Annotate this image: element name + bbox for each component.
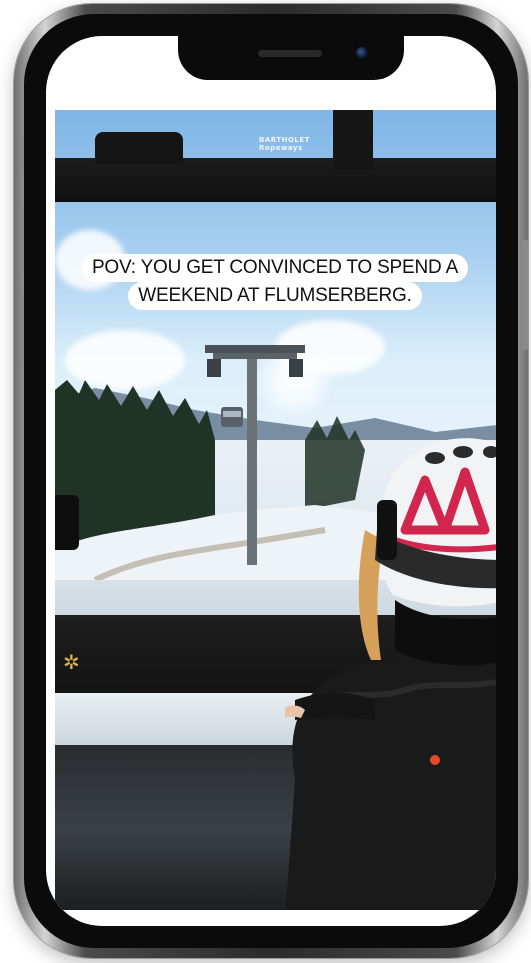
edelweiss-icon: ✲ (63, 650, 80, 674)
video-frame[interactable]: BARTHOLET Ropeways ✲ POV: YOU GET CONVIN… (55, 110, 496, 910)
speaker-grille (258, 50, 322, 57)
frame-pillar (333, 110, 373, 170)
brand-line1: BARTHOLET (259, 136, 310, 144)
notch (178, 36, 404, 80)
front-camera-icon (356, 47, 368, 59)
cabin-window-frame (55, 158, 496, 202)
phone-screen: BARTHOLET Ropeways ✲ POV: YOU GET CONVIN… (46, 36, 496, 926)
phone-frame: BARTHOLET Ropeways ✲ POV: YOU GET CONVIN… (14, 4, 528, 958)
caption-line-1: POV: YOU GET CONVINCED TO SPEND A (81, 254, 469, 282)
cabin-side-handle (55, 495, 79, 550)
skier-with-helmet (285, 438, 496, 910)
phone-mockup-stage: BARTHOLET Ropeways ✲ POV: YOU GET CONVIN… (0, 0, 531, 963)
power-button (522, 240, 528, 350)
video-caption: POV: YOU GET CONVINCED TO SPEND A WEEKEN… (62, 254, 488, 310)
phone-bezel: BARTHOLET Ropeways ✲ POV: YOU GET CONVIN… (24, 14, 518, 948)
brand-line2: Ropeways (259, 144, 303, 152)
caption-line-2: WEEKEND AT FLUMSERBERG. (128, 282, 422, 310)
frame-bracket (95, 132, 183, 164)
brand-sticker: BARTHOLET Ropeways (259, 136, 310, 152)
